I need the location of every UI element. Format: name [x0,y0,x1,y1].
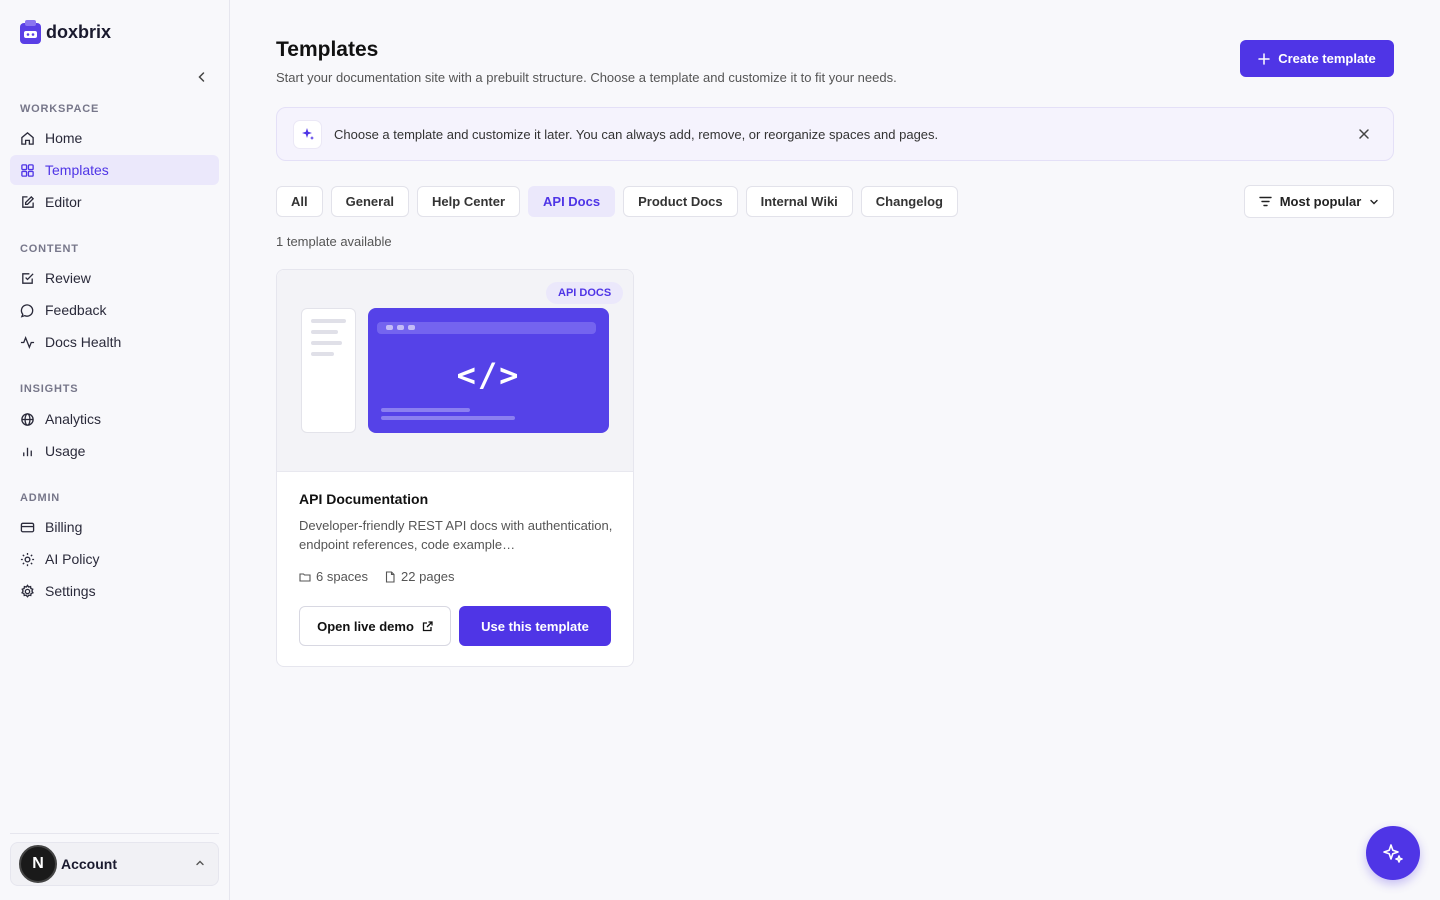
spaces-label: 6 spaces [316,569,369,584]
section-label-insights: INSIGHTS [20,383,79,395]
plus-icon [1258,52,1270,65]
filter-general[interactable]: General [330,186,410,217]
template-description: Developer-friendly REST API docs with au… [299,518,613,552]
account-label: Account [61,856,117,872]
filter-internal-wiki[interactable]: Internal Wiki [745,186,853,217]
sidebar-item-label: Review [45,270,91,286]
sun-icon [20,552,35,566]
filter-api-docs[interactable]: API Docs [528,186,616,217]
section-label-workspace: WORKSPACE [20,103,100,115]
sidebar-item-label: Settings [45,583,96,599]
section-label-admin: ADMIN [20,492,61,504]
page-subtitle: Start your documentation site with a pre… [276,70,897,85]
filter-product-docs[interactable]: Product Docs [623,186,738,217]
sidebar-item-label: Home [45,130,83,146]
sidebar-item-templates[interactable]: Templates [10,155,219,185]
pages-count: 22 pages [384,569,455,584]
open-live-demo-button[interactable]: Open live demo [299,606,451,646]
sidebar-item-label: Editor [45,194,82,210]
app-logo[interactable]: doxbrix [20,20,111,44]
template-preview: </> API DOCS [277,270,633,472]
sort-dropdown[interactable]: Most popular [1244,185,1394,218]
sidebar-item-label: Feedback [45,302,107,318]
app-name: doxbrix [46,21,112,42]
filter-help-center[interactable]: Help Center [417,186,521,217]
section-label-content: CONTENT [20,243,79,255]
avatar: N [19,845,57,883]
check-square-icon [22,272,34,284]
account-menu[interactable]: N Account [10,842,219,886]
template-card[interactable]: </> API DOCS API Documentation Developer… [276,269,634,667]
sidebar-item-usage[interactable]: Usage [10,436,219,466]
ai-assistant-button[interactable] [1366,826,1420,880]
chevron-down-icon [1370,199,1378,204]
sidebar-item-ai-policy[interactable]: AI Policy [10,544,219,574]
sparkle-icon [293,119,322,149]
sidebar-item-docs-health[interactable]: Docs Health [10,327,219,357]
preview-sidebar [301,308,356,433]
chevron-left-icon [198,72,205,82]
sidebar-item-feedback[interactable]: Feedback [10,295,219,325]
banner-text: Choose a template and customize it later… [334,126,939,142]
edit-icon [22,195,35,208]
spaces-count: 6 spaces [299,569,368,584]
close-icon[interactable] [1357,127,1371,141]
credit-card-icon [20,522,35,532]
pages-label: 22 pages [401,569,455,584]
filter-all[interactable]: All [276,186,323,217]
info-banner: Choose a template and customize it later… [276,107,1394,161]
demo-label: Open live demo [317,618,414,634]
external-link-icon [422,620,433,631]
create-template-label: Create template [1278,51,1376,66]
sidebar-item-analytics[interactable]: Analytics [10,404,219,434]
chevron-up-icon [196,860,204,866]
sidebar-item-billing[interactable]: Billing [10,512,219,542]
template-meta: 6 spaces 22 pages [299,569,455,584]
file-icon [385,570,395,583]
sidebar-item-label: Templates [45,162,109,178]
sidebar-item-label: Docs Health [45,334,122,350]
use-template-button[interactable]: Use this template [459,606,611,646]
folder-icon [299,572,311,582]
sidebar-item-label: Billing [45,519,83,535]
home-icon [21,131,34,145]
category-badge: API DOCS [546,282,624,304]
sidebar-item-editor[interactable]: Editor [10,187,219,217]
filter-lines-icon [1258,196,1272,207]
sidebar-item-review[interactable]: Review [10,263,219,293]
logo-icon [20,20,41,44]
create-template-button[interactable]: Create template [1240,40,1394,77]
activity-icon [20,335,35,349]
divider [10,833,219,834]
sidebar: doxbrix WORKSPACE Home Templates Editor … [0,0,230,900]
globe-icon [21,412,34,426]
page-title: Templates [276,38,379,61]
sparkle-icon [1383,844,1403,863]
category-filters: All General Help Center API Docs Product… [276,186,958,217]
sidebar-item-label: AI Policy [45,551,100,567]
sidebar-item-label: Usage [45,443,86,459]
code-glyph: </> [456,356,521,394]
bar-chart-icon [23,447,32,456]
sidebar-item-label: Analytics [45,411,102,427]
filter-changelog[interactable]: Changelog [860,186,958,217]
message-icon [20,303,34,318]
sidebar-item-settings[interactable]: Settings [10,576,219,606]
sidebar-item-home[interactable]: Home [10,123,219,153]
results-count: 1 template available [276,234,392,249]
preview-window: </> [368,308,609,433]
gear-icon [21,583,34,598]
sort-label: Most popular [1279,194,1362,209]
template-title: API Documentation [299,491,429,507]
collapse-sidebar-button[interactable] [191,66,213,88]
grid-icon [21,163,34,177]
